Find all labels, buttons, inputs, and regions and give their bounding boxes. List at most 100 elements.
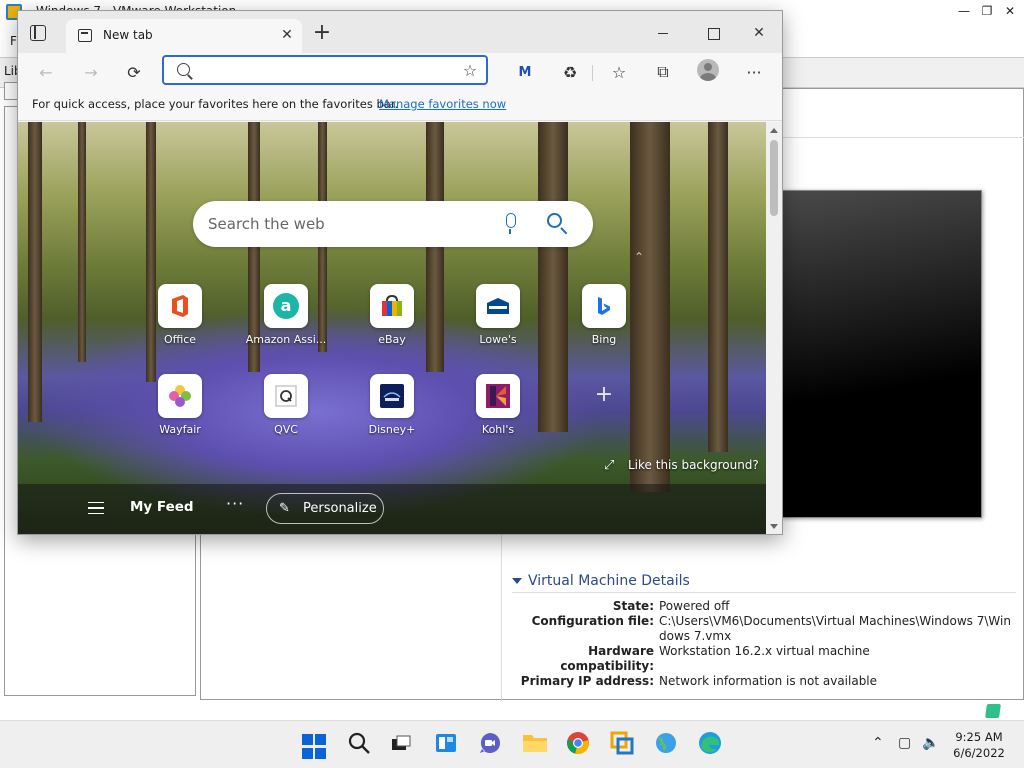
- forward-button[interactable]: →: [77, 58, 105, 86]
- edge-taskbar-icon[interactable]: [698, 731, 724, 757]
- quick-link-disney-plus[interactable]: Disney+: [344, 374, 440, 454]
- detail-value: Workstation 16.2.x virtual machine: [659, 644, 870, 658]
- pencil-icon: ✎: [279, 501, 290, 516]
- navigation-toolbar: ← → ⟳ ☆ M ♻ ☆ ⧉ ···: [18, 53, 782, 91]
- vmware-taskbar-icon[interactable]: [610, 731, 636, 757]
- detail-row-config-file: Configuration file: C:\Users\VM6\Documen…: [512, 614, 1016, 644]
- task-view-icon-graphic: [392, 735, 411, 750]
- vm-details-header[interactable]: Virtual Machine Details: [512, 573, 1016, 593]
- system-clock[interactable]: 9:25 AM 6/6/2022: [940, 729, 1018, 761]
- edge-window: New tab ✕ + ✕ ← → ⟳ ☆ M ♻ ☆ ⧉ ··· For qu…: [17, 10, 783, 535]
- task-view-icon[interactable]: [389, 731, 415, 757]
- refresh-button[interactable]: ⟳: [120, 58, 148, 86]
- chrome-icon[interactable]: [566, 731, 592, 757]
- detail-value: Powered off: [659, 599, 730, 613]
- page-scrollbar[interactable]: [766, 122, 782, 534]
- favorites-icon[interactable]: ☆: [605, 58, 633, 86]
- clock-date: 6/6/2022: [953, 746, 1005, 760]
- kohls-icon-box: [476, 374, 520, 418]
- quick-link-ebay[interactable]: eBay: [344, 284, 440, 364]
- tab-title: New tab: [103, 28, 153, 42]
- globe-icon: [656, 733, 676, 753]
- tab-actions-icon[interactable]: [30, 25, 46, 41]
- vm-details-section: Virtual Machine Details State: Powered o…: [512, 573, 1016, 689]
- vmware-menu-file[interactable]: F: [10, 34, 17, 48]
- quick-link-wayfair[interactable]: Wayfair: [132, 374, 228, 454]
- tab-strip: New tab ✕ + ✕: [18, 11, 782, 53]
- my-feed-tab[interactable]: My Feed: [130, 499, 194, 515]
- scrollbar-thumb[interactable]: [770, 140, 778, 216]
- scroll-up-arrow-icon[interactable]: [770, 128, 778, 133]
- amazon-assistant-icon: a: [273, 293, 299, 319]
- collections-icon[interactable]: ⧉: [649, 58, 677, 86]
- sticky-notes-icon[interactable]: [985, 704, 1001, 718]
- quick-link-lowes[interactable]: Lowe's: [450, 284, 546, 364]
- vmware-maximize-button[interactable]: ❐: [975, 0, 999, 22]
- manage-favorites-link[interactable]: Manage favorites now: [379, 97, 506, 111]
- lowes-icon: [487, 298, 509, 314]
- maximize-button[interactable]: [699, 19, 727, 47]
- folder-icon: [523, 735, 547, 752]
- add-quick-link-button[interactable]: +: [556, 374, 652, 454]
- detail-value: C:\Users\VM6\Documents\Virtual Machines\…: [659, 614, 1011, 643]
- close-tab-icon[interactable]: ✕: [278, 26, 296, 44]
- address-input[interactable]: [200, 61, 450, 79]
- clock-time: 9:25 AM: [955, 730, 1003, 744]
- tile-label: Office: [163, 333, 197, 346]
- extensions-puzzle-icon[interactable]: ♻: [556, 58, 584, 86]
- address-bar[interactable]: ☆: [162, 55, 488, 85]
- wayfair-icon: [169, 385, 191, 407]
- feed-bar: My Feed ··· ✎ Personalize: [18, 484, 766, 534]
- feed-more-options-icon[interactable]: ···: [226, 494, 244, 513]
- vmware-close-button[interactable]: ✕: [998, 0, 1022, 22]
- vmware-minimize-button[interactable]: —: [952, 0, 976, 22]
- detail-row-ip: Primary IP address: Network information …: [512, 674, 1016, 689]
- vmware-icon: [610, 731, 634, 755]
- teams-chat-icon[interactable]: [478, 731, 504, 757]
- personalize-button[interactable]: ✎ Personalize: [266, 493, 384, 524]
- amazon-icon-box: a: [264, 284, 308, 328]
- close-window-button[interactable]: ✕: [745, 19, 773, 47]
- vm-screen-preview[interactable]: [782, 190, 982, 518]
- hamburger-menu-icon[interactable]: [88, 502, 104, 514]
- quick-link-amazon[interactable]: a Amazon Assi...: [238, 284, 334, 364]
- file-explorer-icon[interactable]: [522, 731, 548, 757]
- minimize-button[interactable]: [649, 19, 677, 47]
- quick-link-office[interactable]: Office: [132, 284, 228, 364]
- web-search-box[interactable]: Search the web: [193, 201, 593, 247]
- toolbar-separator: [592, 65, 593, 81]
- tile-label: Bing: [591, 333, 617, 346]
- settings-more-icon[interactable]: ···: [740, 58, 768, 86]
- chrome-icon-graphic: [567, 732, 589, 754]
- favorites-bar: For quick access, place your favorites h…: [18, 91, 782, 121]
- back-button[interactable]: ←: [32, 58, 60, 86]
- quick-link-kohls[interactable]: Kohl's: [450, 374, 546, 454]
- tile-label: Wayfair: [159, 423, 201, 436]
- add-favorite-star-icon[interactable]: ☆: [460, 61, 480, 81]
- tile-label: Disney+: [368, 423, 416, 436]
- ebay-icon-box: [370, 284, 414, 328]
- chevron-up-icon[interactable]: ⌃: [634, 250, 644, 264]
- search-icon[interactable]: [547, 213, 562, 228]
- network-globe-app-icon[interactable]: [654, 731, 680, 757]
- new-tab-button[interactable]: +: [312, 22, 332, 44]
- quick-link-qvc[interactable]: QVC: [238, 374, 334, 454]
- show-hidden-icons-chevron-up-icon[interactable]: ⌃: [872, 735, 884, 751]
- quick-link-bing[interactable]: Bing: [556, 284, 652, 364]
- start-windows-icon[interactable]: [302, 734, 328, 760]
- profile-avatar-icon[interactable]: [697, 59, 719, 81]
- search-taskbar-icon[interactable]: [347, 731, 373, 757]
- detail-key: Primary IP address:: [520, 674, 654, 688]
- disney-plus-icon: [380, 384, 404, 408]
- web-search-placeholder: Search the web: [208, 215, 325, 233]
- tile-label: Amazon Assi...: [245, 333, 327, 346]
- volume-icon[interactable]: 🔈: [922, 735, 939, 751]
- network-icon[interactable]: ▢: [898, 735, 911, 751]
- scroll-down-arrow-icon[interactable]: [770, 524, 778, 529]
- microphone-icon[interactable]: [506, 213, 516, 234]
- widgets-icon[interactable]: [434, 731, 460, 757]
- detail-key: Hardware compatibility:: [560, 644, 654, 673]
- malwarebytes-extension-icon[interactable]: M: [511, 58, 539, 86]
- tab-new-tab[interactable]: New tab ✕: [66, 19, 302, 53]
- widgets-icon-graphic: [436, 734, 456, 752]
